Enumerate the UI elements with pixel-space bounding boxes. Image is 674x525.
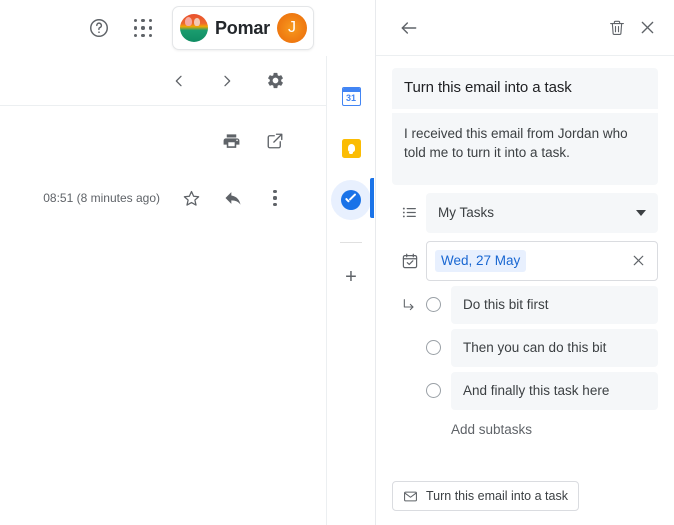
task-title-input[interactable]: Turn this email into a task	[392, 68, 658, 109]
close-icon[interactable]	[632, 13, 662, 43]
task-description-input[interactable]: I received this email from Jordan who to…	[392, 112, 658, 185]
subtask-input[interactable]: Then you can do this bit	[451, 328, 658, 367]
google-keep-icon	[341, 138, 361, 158]
pomar-logo-icon	[179, 14, 208, 42]
trash-icon[interactable]	[602, 13, 632, 43]
brand-name: Pomar	[214, 18, 270, 38]
arrow-left-icon[interactable]	[394, 13, 424, 43]
google-tasks-icon	[341, 190, 361, 210]
clear-date-icon[interactable]	[630, 252, 647, 269]
add-subtasks-button[interactable]: Add subtasks	[451, 422, 658, 437]
google-side-rail: 31 +	[326, 56, 375, 525]
rail-item-tasks[interactable]	[331, 180, 371, 220]
task-detail-panel: Turn this email into a task I received t…	[375, 0, 674, 525]
task-list-select[interactable]: My Tasks	[426, 192, 658, 233]
calendar-check-icon	[392, 252, 426, 270]
linked-email-label: Turn this email into a task	[426, 489, 568, 503]
circle-unchecked-icon[interactable]	[426, 297, 441, 313]
rail-add-button[interactable]: +	[331, 257, 371, 297]
google-calendar-icon: 31	[341, 86, 361, 106]
print-icon[interactable]	[216, 126, 246, 156]
gear-icon[interactable]	[260, 66, 290, 96]
pomar-brand-chip[interactable]: Pomar J	[171, 6, 314, 50]
subtask-row: Do this bit first	[392, 285, 658, 324]
open-in-new-icon[interactable]	[260, 126, 290, 156]
task-date-field[interactable]: Wed, 27 May	[426, 240, 658, 281]
subtask-arrow-icon	[392, 297, 426, 313]
gmail-area: Pomar J 08:51 (8 minutes ago)	[0, 0, 326, 525]
envelope-icon	[403, 489, 418, 504]
gmail-message-tools-row	[0, 106, 326, 176]
subtask-input[interactable]: And finally this task here	[451, 371, 658, 410]
subtask-row: Then you can do this bit	[392, 328, 658, 367]
rail-item-keep[interactable]	[331, 128, 371, 168]
subtask-row: And finally this task here	[392, 371, 658, 410]
task-list-selected-value: My Tasks	[438, 205, 495, 221]
task-panel-body: Turn this email into a task I received t…	[376, 56, 674, 437]
list-icon	[392, 204, 426, 221]
linked-email-chip[interactable]: Turn this email into a task	[392, 481, 579, 511]
task-date-chip[interactable]: Wed, 27 May	[435, 249, 527, 272]
chevron-right-icon[interactable]	[212, 66, 242, 96]
circle-unchecked-icon[interactable]	[426, 340, 441, 356]
avatar[interactable]: J	[277, 13, 307, 43]
chevron-left-icon[interactable]	[164, 66, 194, 96]
more-vertical-icon[interactable]	[260, 183, 290, 213]
task-list-row: My Tasks	[392, 192, 658, 233]
task-panel-footer: Turn this email into a task	[376, 481, 674, 525]
rail-selection-indicator	[370, 178, 374, 218]
task-panel-header	[376, 0, 674, 56]
circle-unchecked-icon[interactable]	[426, 383, 441, 399]
subtask-input[interactable]: Do this bit first	[451, 285, 658, 324]
plus-icon: +	[345, 266, 357, 288]
chevron-down-icon	[636, 209, 646, 216]
task-date-row: Wed, 27 May	[392, 240, 658, 281]
gmail-top-toolbar: Pomar J	[0, 0, 326, 56]
rail-divider	[340, 242, 362, 243]
apps-grid-icon[interactable]	[128, 13, 158, 43]
rail-item-calendar[interactable]: 31	[331, 76, 371, 116]
message-timestamp: 08:51 (8 minutes ago)	[43, 191, 160, 205]
reply-icon[interactable]	[218, 183, 248, 213]
gmail-message-meta-row: 08:51 (8 minutes ago)	[0, 176, 326, 220]
star-icon[interactable]	[176, 183, 206, 213]
gmail-nav-row	[0, 56, 326, 106]
calendar-day-number: 31	[345, 92, 356, 103]
screen-root: Pomar J 08:51 (8 minutes ago) 31 + Turn …	[0, 0, 674, 525]
help-circle-icon[interactable]	[84, 13, 114, 43]
